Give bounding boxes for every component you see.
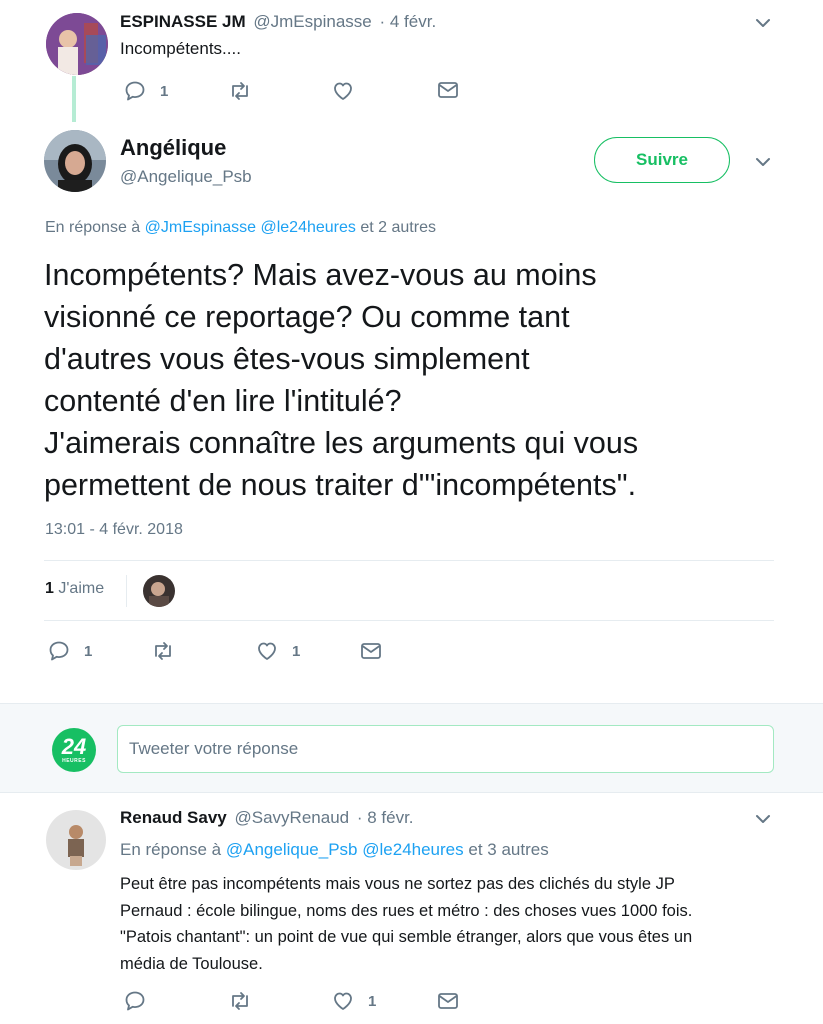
reply-context: En réponse à @JmEspinasse @le24heures et…	[45, 219, 436, 237]
tweet-text-line: permettent de nous traiter d'"incompéten…	[44, 468, 637, 502]
reply-input[interactable]: Tweeter votre réponse	[117, 725, 774, 773]
avatar[interactable]	[46, 13, 108, 75]
like-button[interactable]: 1	[256, 640, 300, 662]
tweet-text: Incompétents? Mais avez-vous au moins vi…	[44, 254, 638, 506]
heart-icon	[334, 82, 352, 100]
liker-avatar[interactable]	[143, 575, 175, 607]
retweet-icon	[232, 992, 248, 1010]
avatar[interactable]	[44, 130, 106, 192]
envelope-icon	[361, 643, 381, 659]
user-avatar[interactable]: 24 HEURES	[52, 728, 96, 772]
reply-placeholder: Tweeter votre réponse	[129, 739, 299, 758]
thread-line	[72, 76, 76, 122]
follow-button[interactable]: Suivre	[594, 137, 730, 183]
tweet-timestamp[interactable]: 13:01 - 4 févr. 2018	[45, 521, 183, 539]
tweet-date[interactable]: · 8 févr.	[357, 808, 414, 827]
reply-button[interactable]	[124, 990, 146, 1012]
likes-count: 1	[45, 580, 54, 597]
retweet-button[interactable]	[228, 80, 252, 102]
tweet-text-line: Incompétents? Mais avez-vous au moins	[44, 258, 597, 292]
avatar-text: HEURES	[62, 758, 86, 764]
dm-button[interactable]	[360, 641, 382, 661]
retweet-button[interactable]	[228, 990, 252, 1012]
chevron-down-icon[interactable]	[752, 808, 774, 830]
follow-label: Suivre	[636, 150, 688, 169]
likes-label: J'aime	[58, 580, 105, 597]
tweet-date[interactable]: · 4 févr.	[379, 12, 436, 31]
mention-link[interactable]: @le24heures	[260, 219, 355, 236]
dm-button[interactable]	[437, 991, 459, 1011]
reply-context: En réponse à @Angelique_Psb @le24heures …	[120, 840, 549, 860]
tweet-text: Peut être pas incompétents mais vous ne …	[120, 871, 692, 977]
author-handle[interactable]: @JmEspinasse	[253, 12, 371, 31]
tweet-text-line: Pernaud : école bilingue, noms des rues …	[120, 901, 693, 920]
heart-icon	[258, 642, 276, 660]
like-count: 1	[292, 642, 301, 660]
mention-link[interactable]: @Angelique_Psb	[226, 840, 358, 859]
reply-button[interactable]: 1	[48, 640, 92, 662]
others-link[interactable]: et 3 autres	[468, 840, 548, 859]
tweet-text-line: "Patois chantant": un point de vue qui s…	[120, 928, 693, 946]
like-button[interactable]: 1	[332, 990, 376, 1012]
tweet-text-line: contenté d'en lire l'intitulé?	[44, 384, 402, 418]
author-name[interactable]: Angélique	[120, 135, 226, 161]
reply-button[interactable]: 1	[124, 80, 168, 102]
like-count: 1	[368, 992, 377, 1010]
avatar[interactable]	[46, 810, 106, 870]
tweet-text-line: d'autres vous êtes-vous simplement	[44, 342, 530, 376]
like-rail-divider	[126, 575, 127, 607]
mention-link[interactable]: @JmEspinasse	[145, 219, 256, 236]
divider	[44, 560, 774, 561]
reply-count: 1	[84, 642, 93, 660]
likes-summary[interactable]: 1 J'aime	[45, 580, 104, 598]
mention-link[interactable]: @le24heures	[362, 840, 463, 859]
like-button[interactable]	[332, 80, 354, 102]
chevron-down-icon[interactable]	[752, 12, 774, 34]
reply-icon	[125, 991, 145, 1011]
avatar-number: 24	[61, 734, 87, 759]
reply-count: 1	[160, 82, 169, 100]
tweet-text-line: J'aimerais connaître les arguments qui v…	[44, 426, 639, 460]
author-name[interactable]: Renaud Savy	[120, 808, 227, 827]
reply-icon	[49, 641, 69, 661]
reply-composer: 24 HEURES Tweeter votre réponse	[0, 703, 823, 793]
tweet-text-line: média de Toulouse.	[120, 954, 263, 973]
retweet-icon	[232, 82, 248, 100]
author-handle[interactable]: @Angelique_Psb	[120, 167, 252, 187]
retweet-button[interactable]	[151, 640, 175, 662]
others-link[interactable]: et 2 autres	[360, 219, 436, 236]
retweet-icon	[155, 642, 171, 660]
author-handle[interactable]: @SavyRenaud	[235, 808, 350, 827]
tweet-text: Incompétents....	[120, 39, 241, 58]
reply-icon	[125, 81, 145, 101]
divider	[44, 620, 774, 621]
heart-icon	[334, 992, 352, 1010]
dm-button[interactable]	[437, 80, 459, 100]
author-name[interactable]: ESPINASSE JM	[120, 12, 246, 31]
envelope-icon	[438, 82, 458, 98]
chevron-down-icon[interactable]	[752, 151, 774, 173]
envelope-icon	[438, 993, 458, 1009]
tweet-text-line: visionné ce reportage? Ou comme tant	[44, 300, 570, 334]
reply-prefix: En réponse à	[120, 840, 222, 859]
tweet-text-line: Peut être pas incompétents mais vous ne …	[120, 875, 675, 893]
reply-prefix: En réponse à	[45, 219, 141, 236]
